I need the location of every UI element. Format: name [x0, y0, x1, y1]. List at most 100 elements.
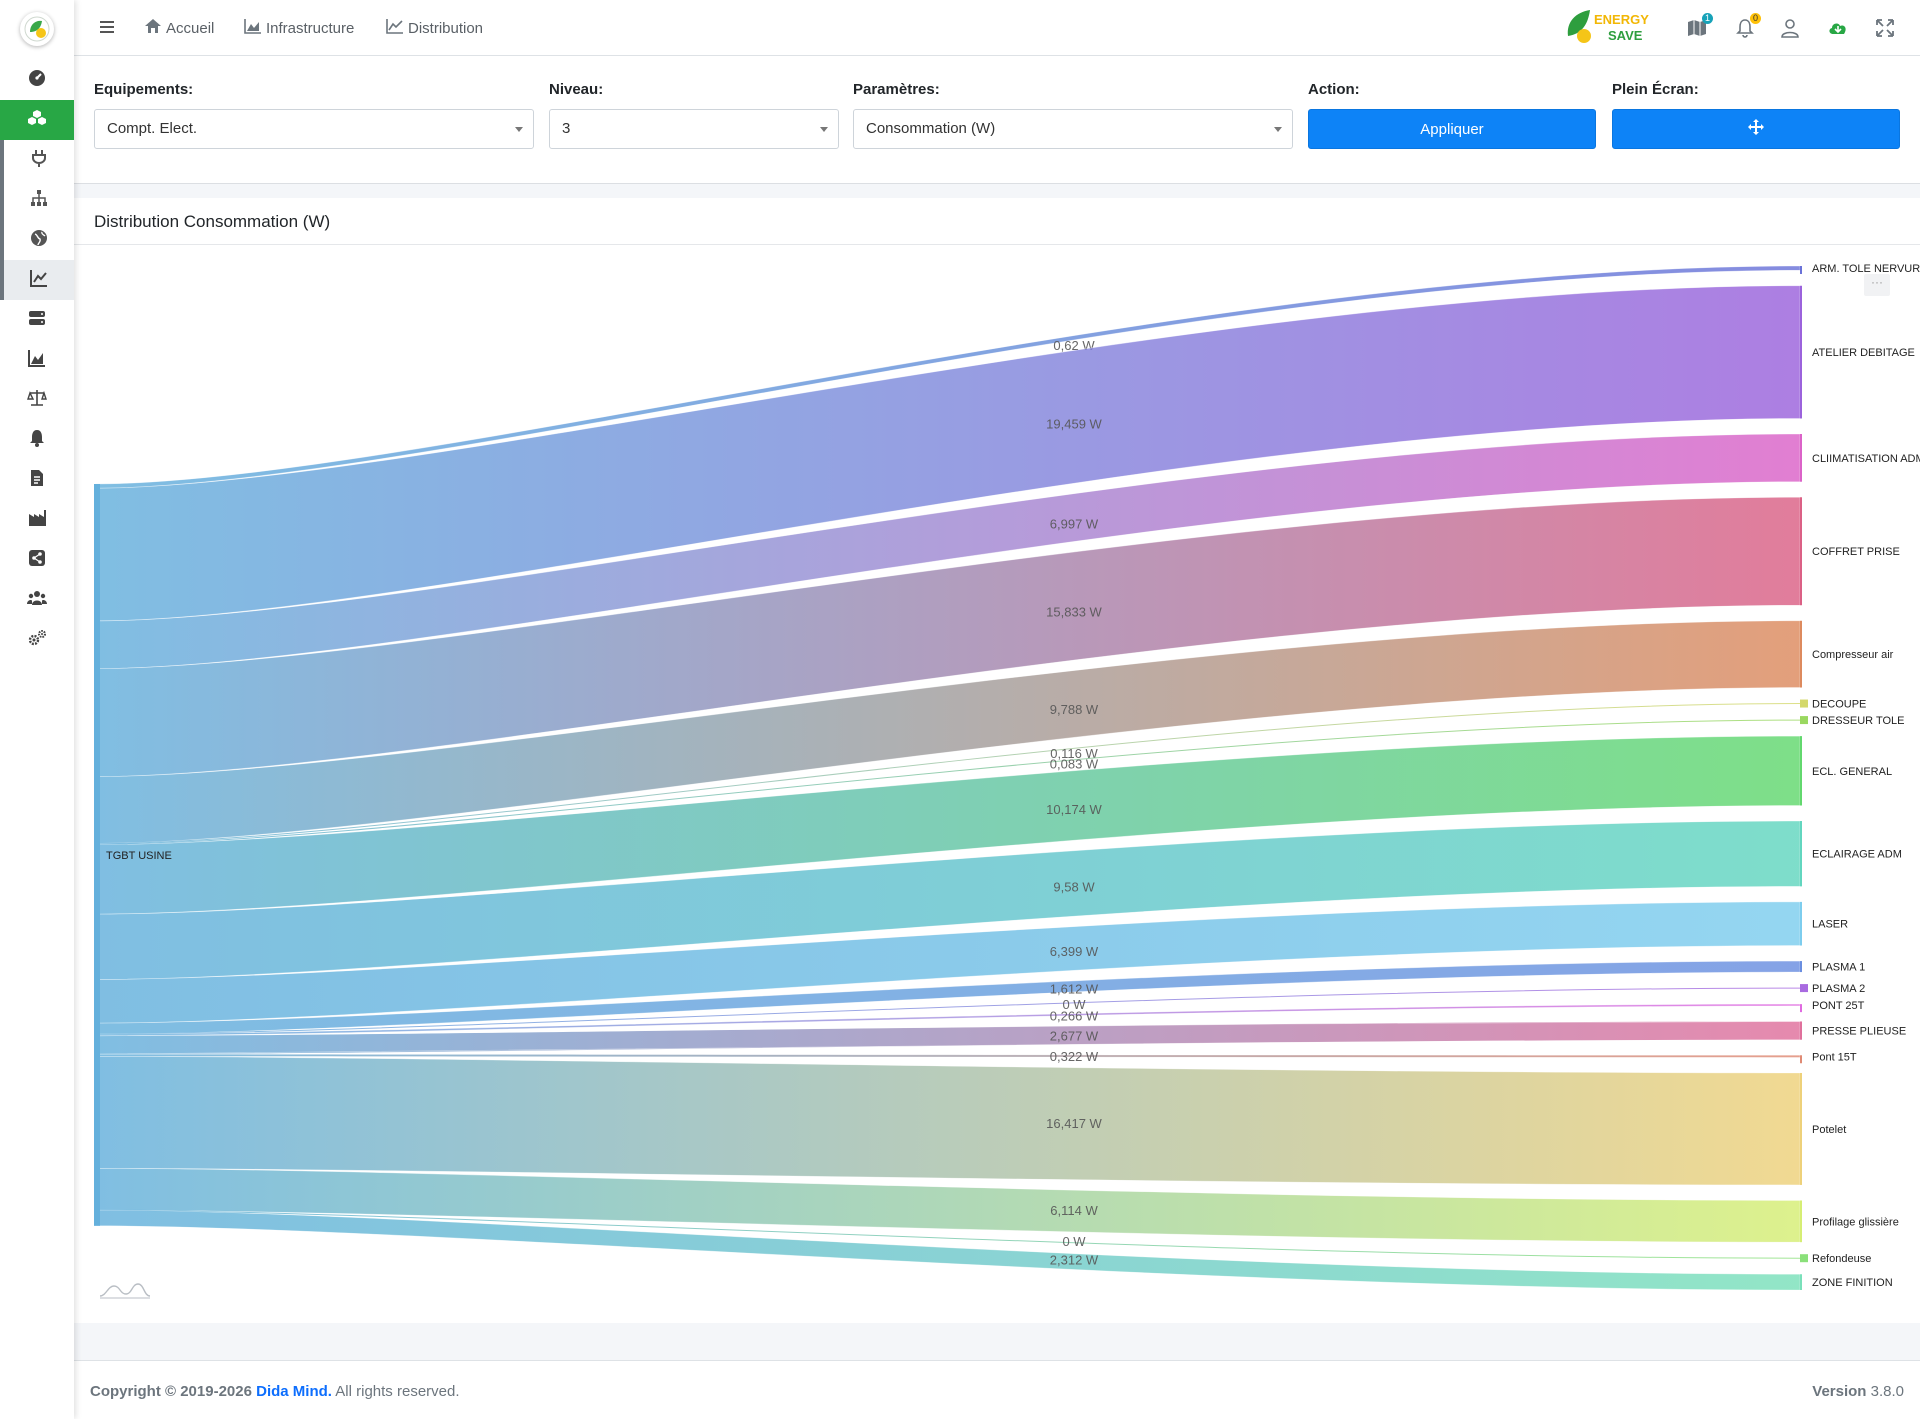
- file-invoice-icon: [27, 468, 47, 493]
- sankey-target-label: Potelet: [1812, 1124, 1846, 1136]
- expand-icon[interactable]: [1874, 17, 1896, 39]
- home-icon: [144, 18, 162, 38]
- sankey-target-label: Profilage glissière: [1812, 1216, 1899, 1228]
- sankey-target-node[interactable]: [1800, 266, 1802, 274]
- sankey-source-node[interactable]: [94, 484, 100, 1226]
- niveau-select[interactable]: 3: [549, 109, 839, 149]
- plug-icon: [29, 148, 49, 173]
- sankey-target-label: ECLAIRAGE ADM: [1812, 849, 1902, 861]
- sankey-link-label: 2,312 W: [1050, 1253, 1099, 1268]
- sankey-target-node[interactable]: [1800, 434, 1802, 482]
- sankey-target-node[interactable]: [1800, 620, 1802, 688]
- sidebar-item-sitemap[interactable]: [0, 180, 74, 220]
- bell-icon[interactable]: 0: [1734, 13, 1761, 39]
- sidebar-item-share[interactable]: [0, 540, 74, 580]
- nav-link-distribution[interactable]: Distribution: [386, 18, 483, 38]
- sidebar-item-chart-line[interactable]: [0, 260, 74, 300]
- sidebar-item-cubes[interactable]: [0, 100, 74, 140]
- sidebar: [0, 0, 74, 1419]
- nav-link-label: Accueil: [166, 19, 215, 37]
- alerts-badge: 0: [1749, 13, 1761, 24]
- fullscreen-button[interactable]: [1612, 109, 1900, 149]
- sankey-target-node[interactable]: [1800, 1274, 1802, 1290]
- sankey-target-node[interactable]: [1800, 497, 1802, 606]
- version-number: 3.8.0: [1866, 1383, 1904, 1400]
- sankey-target-label: COFFRET PRISE: [1812, 546, 1900, 558]
- users-icon: [27, 588, 47, 613]
- sankey-source-label: TGBT USINE: [106, 850, 172, 862]
- map-badge: 1: [1701, 13, 1713, 24]
- chart-line-icon: [386, 18, 404, 38]
- sidebar-item-plug[interactable]: [0, 140, 74, 180]
- sankey-target-node[interactable]: [1800, 1254, 1808, 1263]
- sankey-target-node[interactable]: [1800, 1004, 1802, 1013]
- parametres-select[interactable]: Consommation (W): [853, 109, 1293, 149]
- globe-icon: [29, 228, 49, 253]
- server-icon: [27, 308, 47, 333]
- sankey-target-label: LASER: [1812, 919, 1848, 931]
- sankey-target-node[interactable]: [1800, 821, 1802, 887]
- cloud-download-icon[interactable]: [1827, 17, 1849, 39]
- bell-icon: [27, 428, 47, 453]
- sankey-target-node[interactable]: [1800, 285, 1802, 419]
- apply-button[interactable]: Appliquer: [1308, 109, 1596, 149]
- chart-menu-button[interactable]: ···: [1864, 274, 1890, 296]
- sankey-chart: 0,62 WARM. TOLE NERVURE19,459 WATELIER D…: [93, 263, 1920, 1291]
- action-label: Action:: [1308, 81, 1360, 98]
- sidebar-item-dashboard[interactable]: [0, 60, 74, 100]
- dashboard-icon: [27, 68, 47, 93]
- sankey-link-label: 6,399 W: [1050, 944, 1099, 959]
- sankey-target-node[interactable]: [1800, 699, 1808, 708]
- sankey-target-node[interactable]: [1800, 736, 1802, 806]
- sankey-link-label: 10,174 W: [1046, 802, 1102, 817]
- equipements-value: Compt. Elect.: [107, 120, 198, 137]
- cubes-icon: [27, 108, 47, 133]
- sankey-target-node[interactable]: [1800, 1021, 1802, 1040]
- cogs-icon: [27, 628, 47, 653]
- sankey-link-label: 6,114 W: [1050, 1203, 1098, 1218]
- arrows-icon: [1747, 118, 1765, 140]
- sankey-target-label: CLIIMATISATION ADM: [1812, 453, 1920, 465]
- chevron-down-icon: [1274, 127, 1282, 132]
- sidebar-item-industry[interactable]: [0, 500, 74, 540]
- sankey-target-node[interactable]: [1800, 716, 1808, 725]
- sankey-link[interactable]: [93, 1053, 1801, 1058]
- sidebar-item-file-invoice[interactable]: [0, 460, 74, 500]
- sankey-target-label: DECOUPE: [1812, 699, 1866, 711]
- nav-link-infrastructure[interactable]: Infrastructure: [244, 18, 354, 38]
- map-icon[interactable]: 1: [1686, 13, 1713, 39]
- menu-toggle-icon[interactable]: [98, 18, 116, 36]
- sidebar-item-bell[interactable]: [0, 420, 74, 460]
- sankey-target-label: PLASMA 1: [1812, 962, 1865, 974]
- sankey-target-node[interactable]: [1800, 1200, 1802, 1243]
- svg-text:ENERGY: ENERGY: [1594, 12, 1649, 27]
- sidebar-item-server[interactable]: [0, 300, 74, 340]
- version-label: Version: [1812, 1383, 1867, 1400]
- sankey-target-node[interactable]: [1800, 984, 1808, 993]
- sankey-link-label: 9,58 W: [1053, 879, 1095, 894]
- sankey-link-label: 0,322 W: [1050, 1049, 1099, 1064]
- equipements-select[interactable]: Compt. Elect.: [94, 109, 534, 149]
- industry-icon: [27, 508, 47, 533]
- energy-save-logo: ENERGY SAVE: [1564, 6, 1664, 48]
- sankey-target-node[interactable]: [1800, 961, 1802, 973]
- app-logo[interactable]: [20, 12, 54, 46]
- chart-line-icon: [29, 268, 49, 293]
- sidebar-item-cogs[interactable]: [0, 620, 74, 660]
- sankey-link-label: 16,417 W: [1046, 1116, 1102, 1131]
- sidebar-item-balance-scale[interactable]: [0, 380, 74, 420]
- sidebar-item-chart-area[interactable]: [0, 340, 74, 380]
- sankey-link-label: 15,833 W: [1046, 605, 1102, 620]
- user-icon[interactable]: [1779, 17, 1801, 39]
- sidebar-item-users[interactable]: [0, 580, 74, 620]
- sankey-link-label: 9,788 W: [1050, 702, 1099, 717]
- sankey-target-node[interactable]: [1800, 901, 1802, 946]
- nav-link-label: Distribution: [408, 19, 484, 37]
- sankey-target-label: Compresseur air: [1812, 649, 1894, 661]
- company-link[interactable]: Dida Mind.: [256, 1383, 332, 1400]
- sidebar-item-globe[interactable]: [0, 220, 74, 260]
- nav-link-accueil[interactable]: Accueil: [144, 18, 214, 38]
- sankey-link[interactable]: [93, 1056, 1801, 1186]
- sankey-target-node[interactable]: [1800, 1072, 1802, 1185]
- sankey-target-node[interactable]: [1800, 1055, 1802, 1064]
